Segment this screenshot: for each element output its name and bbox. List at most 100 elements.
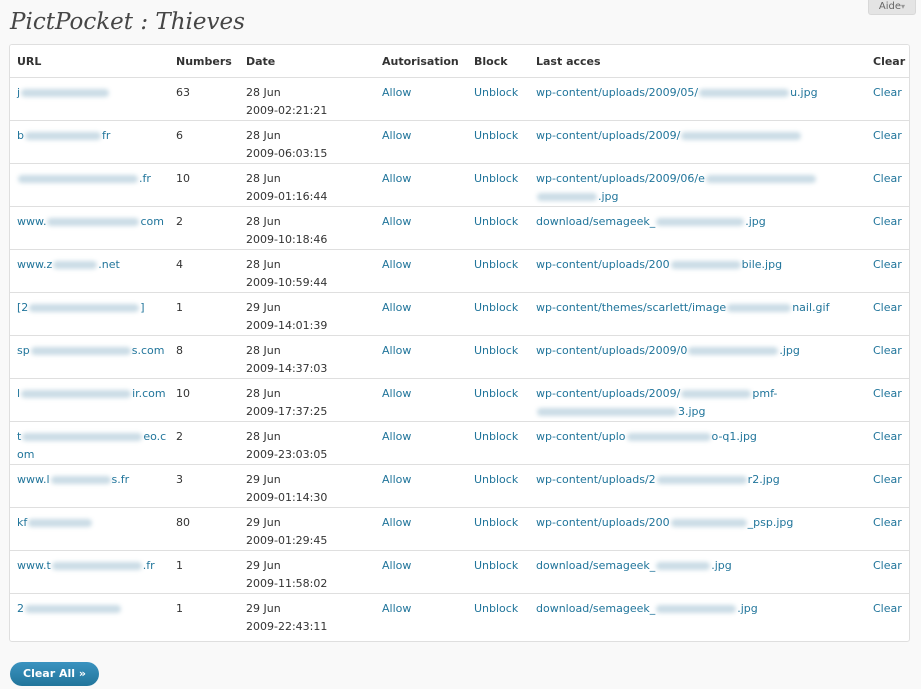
date-day: 28 Jun — [246, 86, 281, 99]
last-acces-link[interactable]: download/semageek_ .jpg — [536, 215, 766, 228]
allow-link[interactable]: Allow — [382, 258, 411, 271]
url-cell: .fr — [10, 163, 169, 207]
unblock-link[interactable]: Unblock — [474, 516, 518, 529]
allow-link[interactable]: Allow — [382, 86, 411, 99]
autorisation-cell: Allow — [375, 378, 467, 422]
clear-link[interactable]: Clear — [873, 430, 902, 443]
thief-url-link[interactable]: j — [17, 86, 110, 99]
last-acces-cell: wp-content/uploads/200 bile.jpg — [529, 249, 866, 293]
column-header-url[interactable]: URL — [10, 45, 169, 78]
url-cell: j — [10, 77, 169, 121]
redacted-blur — [53, 261, 98, 269]
unblock-link[interactable]: Unblock — [474, 473, 518, 486]
allow-link[interactable]: Allow — [382, 344, 411, 357]
redacted-blur — [47, 218, 140, 226]
last-acces-cell: wp-content/themes/scarlett/image nail.gif — [529, 292, 866, 336]
last-acces-link[interactable]: wp-content/uploads/2 r2.jpg — [536, 473, 780, 486]
block-cell: Unblock — [467, 594, 529, 637]
redacted-blur — [22, 433, 143, 441]
last-acces-link[interactable]: wp-content/uploads/2009/pmf- 3.jpg — [536, 387, 777, 418]
allow-link[interactable]: Allow — [382, 387, 411, 400]
autorisation-cell: Allow — [375, 120, 467, 164]
last-acces-link[interactable]: wp-content/themes/scarlett/image nail.gif — [536, 301, 829, 314]
last-acces-link[interactable]: download/semageek_ .jpg — [536, 602, 758, 615]
url-cell: www.l s.fr — [10, 464, 169, 508]
thief-url-link[interactable]: sp s.com — [17, 344, 164, 357]
unblock-link[interactable]: Unblock — [474, 559, 518, 572]
last-acces-prefix: wp-content/uploads/2 — [536, 473, 656, 486]
allow-link[interactable]: Allow — [382, 129, 411, 142]
allow-link[interactable]: Allow — [382, 172, 411, 185]
last-acces-link[interactable]: wp-content/uploads/2009/ — [536, 129, 802, 142]
unblock-link[interactable]: Unblock — [474, 172, 518, 185]
thief-url-link[interactable]: .fr — [17, 172, 151, 185]
autorisation-cell: Allow — [375, 335, 467, 379]
last-acces-prefix: download/semageek_ — [536, 602, 656, 615]
date-time: 2009-01:14:30 — [246, 491, 328, 504]
allow-link[interactable]: Allow — [382, 559, 411, 572]
block-cell: Unblock — [467, 206, 529, 250]
last-acces-link[interactable]: wp-content/uploads/2009/0 .jpg — [536, 344, 800, 357]
clear-link[interactable]: Clear — [873, 172, 902, 185]
date-day: 28 Jun — [246, 430, 281, 443]
thief-url-link[interactable]: [2] — [17, 301, 145, 314]
unblock-link[interactable]: Unblock — [474, 86, 518, 99]
clear-cell: Clear — [866, 507, 909, 551]
date-day: 28 Jun — [246, 344, 281, 357]
last-acces-link[interactable]: wp-content/uploads/2009/06/e .jpg — [536, 172, 817, 203]
allow-link[interactable]: Allow — [382, 602, 411, 615]
clear-link[interactable]: Clear — [873, 559, 902, 572]
url-visible-suffix: s.com — [131, 344, 165, 357]
thief-url-link[interactable]: t eo.com — [17, 430, 166, 461]
allow-link[interactable]: Allow — [382, 430, 411, 443]
clear-link[interactable]: Clear — [873, 473, 902, 486]
thief-url-link[interactable]: 2 — [17, 602, 122, 615]
last-acces-link[interactable]: wp-content/uploads/2009/05/u.jpg — [536, 86, 818, 99]
url-cell: l ir.com — [10, 378, 169, 422]
thief-url-link[interactable]: b fr — [17, 129, 110, 142]
date-time: 2009-14:01:39 — [246, 319, 328, 332]
column-header-numbers[interactable]: Numbers — [169, 45, 239, 78]
thief-url-link[interactable]: l ir.com — [17, 387, 166, 400]
unblock-link[interactable]: Unblock — [474, 129, 518, 142]
unblock-link[interactable]: Unblock — [474, 258, 518, 271]
thief-url-link[interactable]: www.l s.fr — [17, 473, 129, 486]
table-body: j 63 28 Jun 2009-02:21:21 Allow Unblock wp-con… — [10, 77, 909, 637]
column-header-date[interactable]: Date — [239, 45, 375, 78]
last-acces-link[interactable]: wp-content/uploads/200 _psp.jpg — [536, 516, 793, 529]
clear-link[interactable]: Clear — [873, 129, 902, 142]
thief-url-link[interactable]: www.z .net — [17, 258, 120, 271]
last-acces-link[interactable]: wp-content/uplo o-q1.jpg — [536, 430, 757, 443]
thief-url-link[interactable]: www.t .fr — [17, 559, 155, 572]
unblock-link[interactable]: Unblock — [474, 602, 518, 615]
last-acces-link[interactable]: download/semageek_ .jpg — [536, 559, 732, 572]
allow-link[interactable]: Allow — [382, 301, 411, 314]
unblock-link[interactable]: Unblock — [474, 387, 518, 400]
date-cell: 28 Jun 2009-10:59:44 — [239, 249, 375, 293]
clear-link[interactable]: Clear — [873, 387, 902, 400]
url-cell: sp s.com — [10, 335, 169, 379]
unblock-link[interactable]: Unblock — [474, 301, 518, 314]
date-cell: 28 Jun 2009-06:03:15 — [239, 120, 375, 164]
clear-link[interactable]: Clear — [873, 516, 902, 529]
thief-url-link[interactable]: kf — [17, 516, 93, 529]
unblock-link[interactable]: Unblock — [474, 215, 518, 228]
clear-link[interactable]: Clear — [873, 215, 902, 228]
thief-url-link[interactable]: www. com — [17, 215, 164, 228]
allow-link[interactable]: Allow — [382, 215, 411, 228]
allow-link[interactable]: Allow — [382, 516, 411, 529]
allow-link[interactable]: Allow — [382, 473, 411, 486]
date-time: 2009-22:43:11 — [246, 620, 328, 633]
unblock-link[interactable]: Unblock — [474, 430, 518, 443]
clear-link[interactable]: Clear — [873, 301, 902, 314]
last-acces-link[interactable]: wp-content/uploads/200 bile.jpg — [536, 258, 782, 271]
redacted-blur — [688, 347, 779, 355]
help-tab[interactable]: Aide▾ — [868, 0, 916, 15]
clear-all-button[interactable]: Clear All » — [10, 662, 99, 686]
clear-link[interactable]: Clear — [873, 86, 902, 99]
unblock-link[interactable]: Unblock — [474, 344, 518, 357]
clear-link[interactable]: Clear — [873, 258, 902, 271]
clear-link[interactable]: Clear — [873, 602, 902, 615]
last-acces-prefix: wp-content/uplo — [536, 430, 626, 443]
clear-link[interactable]: Clear — [873, 344, 902, 357]
